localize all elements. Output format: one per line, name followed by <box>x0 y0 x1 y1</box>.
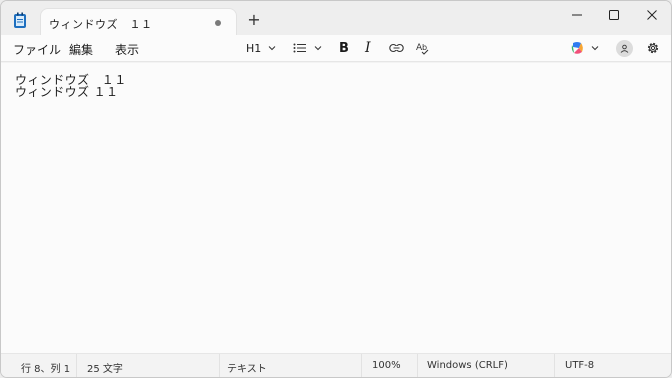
heading-label: H1 <box>246 41 262 55</box>
cursor-position: 行 8、列 1 <box>21 364 71 375</box>
link-icon[interactable] <box>389 40 404 56</box>
notepad-window: ウィンドウズ １１ + ファイル 編集 表示 H1 B I A b ウィンドウズ… <box>0 0 672 378</box>
maximize-icon <box>609 10 619 20</box>
status-divider <box>219 354 220 377</box>
status-divider <box>554 354 555 377</box>
italic-icon[interactable]: I <box>365 40 371 56</box>
line-ending[interactable]: Windows (CRLF) <box>427 360 508 371</box>
editor-line-2: ウィンドウズ １１ <box>15 85 119 99</box>
heading-dropdown[interactable]: H1 <box>246 40 277 56</box>
chevron-down-icon <box>591 46 599 51</box>
spellcheck-icon[interactable]: A b <box>416 40 430 56</box>
account-avatar-icon[interactable] <box>616 40 633 57</box>
copilot-dropdown[interactable] <box>570 40 600 56</box>
status-divider <box>76 354 77 377</box>
settings-gear-icon[interactable] <box>646 40 660 56</box>
zoom-level[interactable]: 100% <box>372 360 401 371</box>
chevron-down-icon <box>268 46 276 51</box>
new-tab-plus-icon[interactable]: + <box>247 12 261 28</box>
notepad-app-icon <box>13 12 27 28</box>
document-tab[interactable]: ウィンドウズ １１ <box>41 9 236 36</box>
close-icon <box>647 10 657 20</box>
character-count: 25 文字 <box>87 364 123 375</box>
chevron-down-icon <box>314 46 322 51</box>
tab-title: ウィンドウズ １１ <box>49 18 153 31</box>
unsaved-indicator-icon[interactable] <box>215 20 221 26</box>
menu-edit[interactable]: 編集 <box>69 41 93 58</box>
text-format[interactable]: テキスト <box>227 360 267 375</box>
title-bar: ウィンドウズ １１ + <box>1 1 671 36</box>
close-button[interactable] <box>633 1 671 29</box>
list-icon <box>293 43 306 53</box>
bold-icon[interactable]: B <box>339 40 349 56</box>
svg-text:b: b <box>422 43 427 52</box>
menu-view[interactable]: 表示 <box>115 41 139 58</box>
menu-toolbar: ファイル 編集 表示 H1 B I A b <box>1 35 671 62</box>
minimize-icon <box>572 14 582 16</box>
status-bar: 行 8、列 1 25 文字 テキスト 100% Windows (CRLF) U… <box>1 353 671 377</box>
encoding[interactable]: UTF-8 <box>565 360 594 371</box>
maximize-button[interactable] <box>595 1 633 29</box>
list-dropdown[interactable] <box>293 40 323 56</box>
text-editor[interactable]: ウィンドウズ １１ ウィンドウズ １１ <box>1 63 671 353</box>
status-divider <box>361 354 362 377</box>
minimize-button[interactable] <box>558 1 596 29</box>
menu-file[interactable]: ファイル <box>13 41 61 58</box>
status-divider <box>417 354 418 377</box>
copilot-icon <box>571 42 583 54</box>
